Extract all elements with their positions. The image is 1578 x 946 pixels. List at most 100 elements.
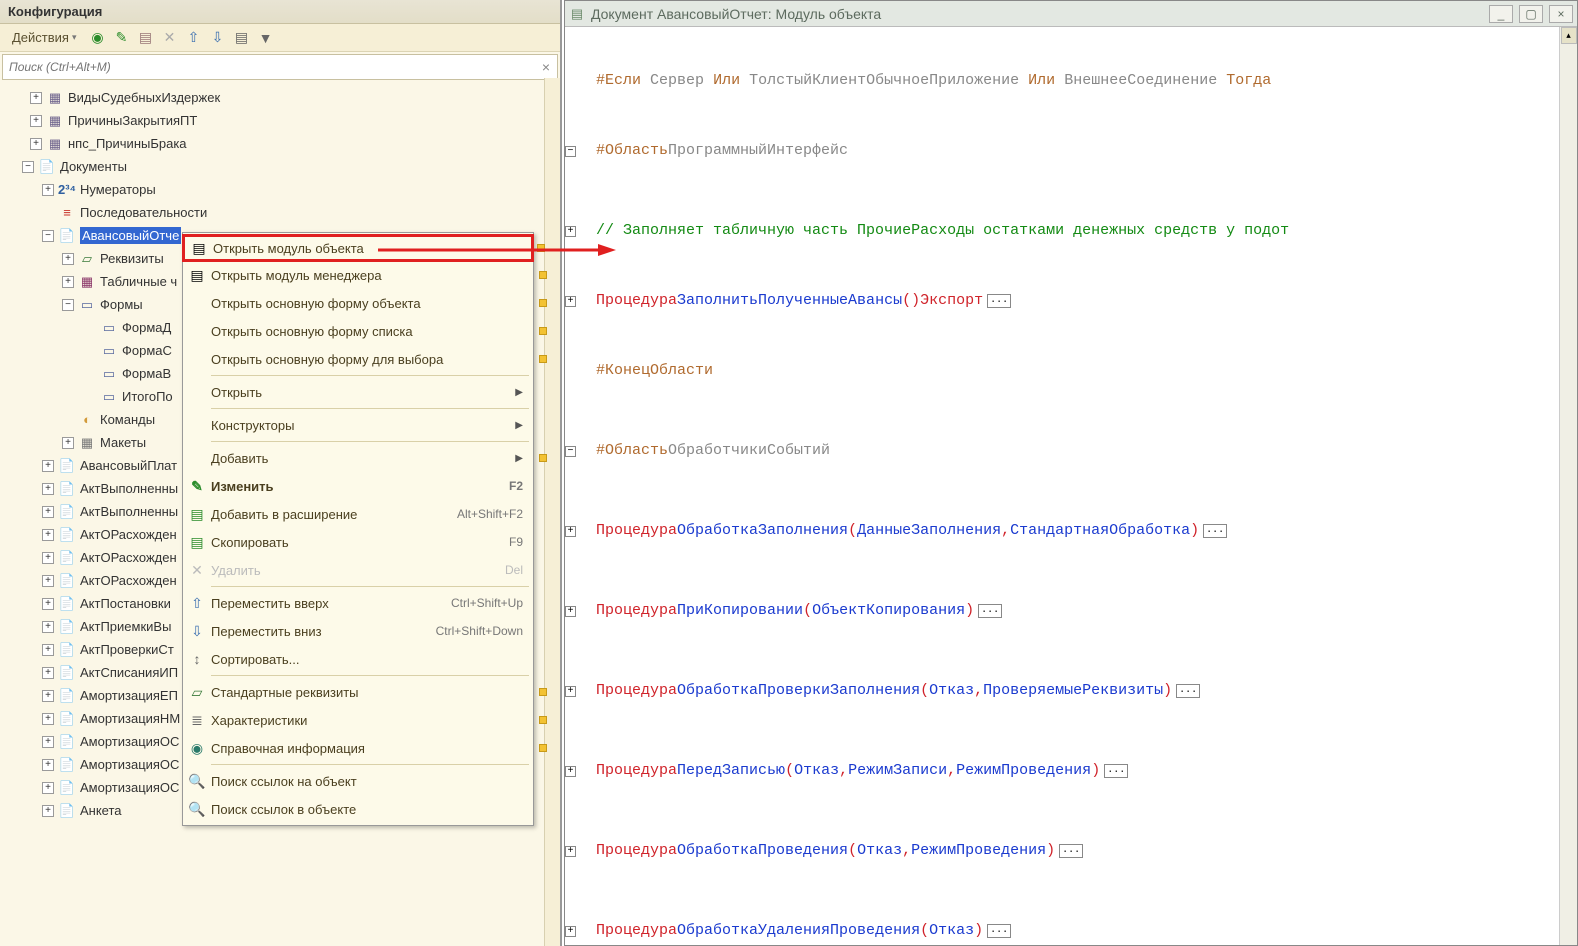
document-icon: 📄 [58,596,76,612]
ctx-sort[interactable]: ↕ Сортировать... [183,645,533,673]
up-icon: ⇧ [183,595,211,612]
copy-icon: ▤ [183,534,211,551]
search-input[interactable] [3,56,535,78]
ctx-add-submenu[interactable]: Добавить▶ [183,444,533,472]
document-icon: 📄 [58,757,76,773]
add-ext-icon: ▤ [183,506,211,523]
code-editor-titlebar: ▤ Документ АвансовыйОтчет: Модуль объект… [565,1,1577,27]
collapsed-region-icon[interactable]: ... [978,604,1002,618]
ctx-constructors-submenu[interactable]: Конструкторы▶ [183,411,533,439]
tree-item[interactable]: +▦ВидыСудебныхИздержек [0,86,560,109]
dot-icon [539,355,547,363]
attrs-icon: ▱ [183,684,211,701]
ctx-open-main-form-object[interactable]: Открыть основную форму объекта [183,289,533,317]
module-icon: ▤ [569,6,585,22]
document-icon: 📄 [58,642,76,658]
search-icon: 🔍 [183,773,211,790]
fold-icon[interactable]: + [565,226,576,237]
commands-icon: ◐ [78,412,96,428]
numerator-icon: 2³⁴ [58,182,76,198]
document-icon: 📄 [58,688,76,704]
module-icon: ▤ [183,267,211,284]
dot-icon [537,244,545,252]
tree-item-numerators[interactable]: +2³⁴Нумераторы [0,178,560,201]
ctx-open-object-module[interactable]: ▤ Открыть модуль объекта [182,234,534,262]
clear-search-icon[interactable]: × [535,59,557,75]
ctx-delete[interactable]: ✕ УдалитьDel [183,556,533,584]
scroll-up-icon[interactable]: ▴ [1561,27,1577,44]
collapsed-region-icon[interactable]: ... [987,294,1011,308]
delete-icon: ✕ [183,562,211,579]
table-icon: ▦ [46,113,64,129]
search-row: × [2,54,558,80]
module-icon: ▤ [185,240,213,257]
ctx-find-refs-to[interactable]: 🔍 Поиск ссылок на объект [183,767,533,795]
list-icon[interactable]: ▤ [233,29,251,47]
move-up-icon[interactable]: ⇧ [185,29,203,47]
ctx-open-manager-module[interactable]: ▤ Открыть модуль менеджера [183,261,533,289]
fold-icon[interactable]: + [565,686,576,697]
collapsed-region-icon[interactable]: ... [1203,524,1227,538]
tree-item[interactable]: +▦ПричиныЗакрытияПТ [0,109,560,132]
ctx-open-main-form-list[interactable]: Открыть основную форму списка [183,317,533,345]
ctx-copy[interactable]: ▤ СкопироватьF9 [183,528,533,556]
sequence-icon: ≡ [58,205,76,221]
add-icon[interactable]: ◉ [89,29,107,47]
maximize-button[interactable]: ▢ [1519,5,1543,23]
document-icon: 📄 [58,803,76,819]
down-icon: ⇩ [183,623,211,640]
move-down-icon[interactable]: ⇩ [209,29,227,47]
fold-icon[interactable]: + [565,296,576,307]
ctx-help-info[interactable]: ◉ Справочная информация [183,734,533,762]
code-area[interactable]: #Если Сервер Или ТолстыйКлиентОбычноеПри… [565,27,1577,945]
minimize-button[interactable]: _ [1489,5,1513,23]
filter-icon[interactable]: ▼ [257,29,275,47]
forms-icon: ▭ [78,297,96,313]
table-icon: ▦ [46,90,64,106]
tree-item-sequences[interactable]: ≡Последовательности [0,201,560,224]
fold-icon[interactable]: + [565,606,576,617]
fold-icon[interactable]: + [565,766,576,777]
dot-icon [539,744,547,752]
document-icon: 📄 [58,711,76,727]
tree-branch-documents[interactable]: −📄Документы [0,155,560,178]
ctx-standard-attributes[interactable]: ▱ Стандартные реквизиты [183,678,533,706]
document-icon: 📄 [58,504,76,520]
ctx-open-submenu[interactable]: Открыть▶ [183,378,533,406]
fold-icon[interactable]: − [565,446,576,457]
document-icon: 📄 [58,619,76,635]
document-icon: 📄 [58,734,76,750]
ctx-move-down[interactable]: ⇩ Переместить внизCtrl+Shift+Down [183,617,533,645]
add-doc-icon[interactable]: ▤ [137,29,155,47]
edit-icon[interactable]: ✎ [113,29,131,47]
dot-icon [539,716,547,724]
collapsed-region-icon[interactable]: ... [1104,764,1128,778]
fold-icon[interactable]: − [565,146,576,157]
left-scrollbar[interactable] [544,78,560,946]
collapsed-region-icon[interactable]: ... [987,924,1011,938]
ctx-move-up[interactable]: ⇧ Переместить вверхCtrl+Shift+Up [183,589,533,617]
document-icon: 📄 [58,780,76,796]
code-editor-window: ▤ Документ АвансовыйОтчет: Модуль объект… [564,0,1578,946]
collapsed-region-icon[interactable]: ... [1176,684,1200,698]
fold-icon[interactable]: + [565,846,576,857]
dot-icon [539,327,547,335]
dot-icon [539,454,547,462]
code-editor-title: Документ АвансовыйОтчет: Модуль объекта [591,6,1483,22]
ctx-characteristics[interactable]: ≣ Характеристики [183,706,533,734]
context-menu: ▤ Открыть модуль объекта ▤ Открыть модул… [182,232,534,826]
actions-dropdown[interactable]: Действия [6,28,83,47]
collapsed-region-icon[interactable]: ... [1059,844,1083,858]
fold-icon[interactable]: + [565,526,576,537]
ctx-add-to-extension[interactable]: ▤ Добавить в расширениеAlt+Shift+F2 [183,500,533,528]
tree-item[interactable]: +▦нпс_ПричиныБрака [0,132,560,155]
form-icon: ▭ [100,343,118,359]
delete-icon[interactable]: ✕ [161,29,179,47]
fold-icon[interactable]: + [565,926,576,937]
ctx-open-main-form-choice[interactable]: Открыть основную форму для выбора [183,345,533,373]
templates-icon: ▦ [78,435,96,451]
right-scrollbar[interactable]: ▴ [1559,27,1577,945]
ctx-find-refs-in[interactable]: 🔍 Поиск ссылок в объекте [183,795,533,823]
close-button[interactable]: × [1549,5,1573,23]
ctx-edit[interactable]: ✎ ИзменитьF2 [183,472,533,500]
